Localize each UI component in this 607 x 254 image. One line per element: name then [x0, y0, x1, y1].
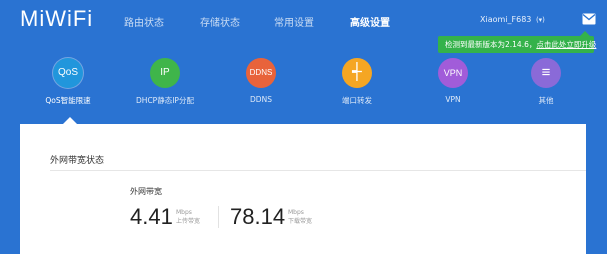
- download-caption: 下载带宽: [288, 218, 313, 225]
- panel-title: 外网带宽状态: [50, 156, 105, 166]
- mail-icon[interactable]: [582, 13, 596, 25]
- qos-icon: QoS: [53, 58, 83, 88]
- user-menu[interactable]: Xiaomi_F683 (▾): [480, 15, 545, 24]
- upload-unit: Mbps: [176, 209, 192, 216]
- tab-vpn-label: VPN: [445, 95, 461, 104]
- panel-divider: [50, 170, 586, 171]
- nav-router-status[interactable]: 路由状态: [124, 14, 164, 29]
- port-forward-icon: ┽: [342, 58, 372, 88]
- upload-meta: Mbps 上传带宽: [176, 208, 200, 226]
- active-tab-pointer: [63, 117, 77, 124]
- ddns-icon: DDNS: [246, 58, 276, 88]
- router-name: Xiaomi_F683: [480, 15, 532, 24]
- upload-caption: 上传带宽: [176, 218, 201, 225]
- ip-icon: IP: [150, 58, 180, 88]
- tab-qos[interactable]: QoS QoS智能限速: [23, 58, 113, 106]
- update-notice-text: 检测到最新版本为2.14.6，: [445, 40, 537, 49]
- tab-ddns-label: DDNS: [250, 95, 272, 104]
- download-value: 78.14: [230, 204, 286, 229]
- chevron-down-icon: (▾): [535, 16, 545, 24]
- upload-value: 4.41: [130, 204, 173, 229]
- tab-ddns[interactable]: DDNS DDNS: [216, 58, 306, 104]
- vpn-icon: VPN: [438, 58, 468, 88]
- bandwidth-label: 外网带宽: [130, 187, 162, 196]
- tab-other-label: 其他: [538, 96, 554, 105]
- tab-port-forward-label: 端口转发: [342, 96, 372, 105]
- download-meta: Mbps 下载带宽: [288, 208, 312, 226]
- nav-storage-status[interactable]: 存储状态: [200, 14, 240, 29]
- update-notice: 检测到最新版本为2.14.6，点击此处立即升级: [438, 31, 596, 53]
- upload-speed: 4.41 Mbps 上传带宽: [130, 204, 200, 229]
- tab-vpn[interactable]: VPN VPN: [408, 58, 498, 104]
- feature-tabs: QoS QoS智能限速 IP DHCP静态IP分配 DDNS DDNS ┽ 端口…: [0, 58, 607, 122]
- upgrade-link[interactable]: 点击此处立即升级: [536, 40, 596, 49]
- download-unit: Mbps: [288, 209, 304, 216]
- tab-dhcp-label: DHCP静态IP分配: [136, 96, 194, 105]
- tab-qos-label: QoS智能限速: [45, 96, 91, 105]
- tab-other[interactable]: ≡ 其他: [501, 58, 591, 106]
- speed-divider: [218, 206, 219, 228]
- nav-common-settings[interactable]: 常用设置: [274, 14, 314, 29]
- tab-dhcp-static-ip[interactable]: IP DHCP静态IP分配: [120, 58, 210, 106]
- nav-advanced-settings[interactable]: 高级设置: [350, 14, 390, 29]
- tab-port-forward[interactable]: ┽ 端口转发: [312, 58, 402, 106]
- bandwidth-panel: 外网带宽状态 外网带宽 4.41 Mbps 上传带宽 78.14 Mbps 下载…: [20, 124, 586, 254]
- menu-icon: ≡: [531, 58, 561, 88]
- download-speed: 78.14 Mbps 下载带宽: [230, 204, 312, 229]
